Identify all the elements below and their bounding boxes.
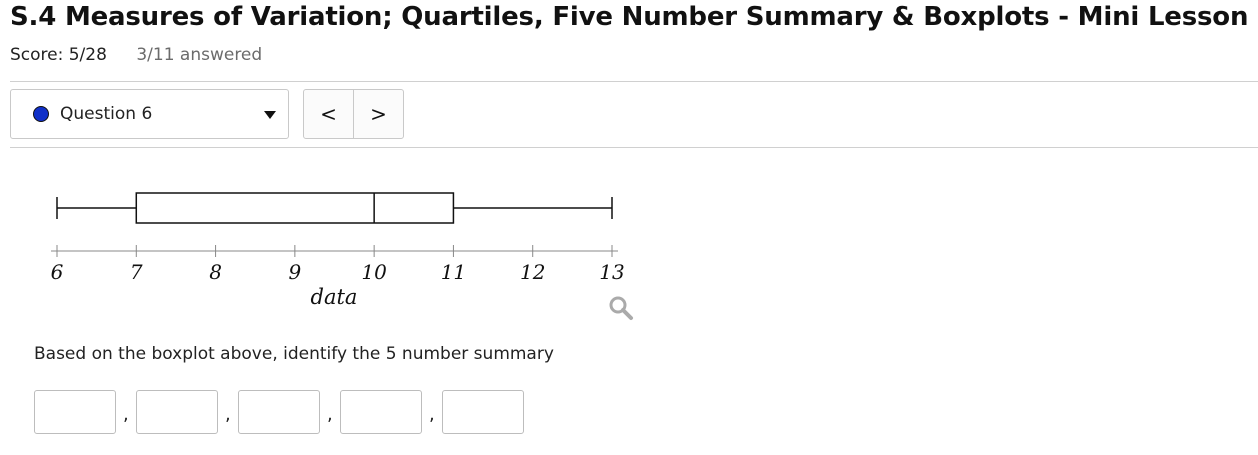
caret-down-icon xyxy=(264,111,276,119)
separator-comma: , xyxy=(327,404,333,425)
separator-comma: , xyxy=(225,404,231,425)
question-select[interactable]: Question 6 xyxy=(10,89,289,139)
answer-input-3[interactable] xyxy=(238,390,320,434)
x-tick-label: 11 xyxy=(441,260,466,284)
x-axis: 6 7 8 9 10 11 12 13 xyxy=(51,245,625,284)
question-select-label: Question 6 xyxy=(60,104,153,124)
chevron-right-icon: > xyxy=(370,102,387,126)
separator-comma: , xyxy=(123,404,129,425)
chevron-left-icon: < xyxy=(320,102,337,126)
answer-input-1[interactable] xyxy=(34,390,116,434)
status-dot-icon xyxy=(33,106,49,122)
x-tick-label: 12 xyxy=(520,260,545,284)
boxplot-box-group xyxy=(56,192,613,224)
nav-divider xyxy=(10,147,1258,148)
score-text: Score: 5/28 xyxy=(10,45,107,65)
previous-question-button[interactable]: < xyxy=(303,89,354,139)
next-question-button[interactable]: > xyxy=(353,89,404,139)
iqr-box xyxy=(135,192,455,224)
answered-count: 3/11 answered xyxy=(136,45,263,65)
score-row: Score: 5/28 3/11 answered xyxy=(10,45,262,65)
page-title: S.4 Measures of Variation; Quartiles, Fi… xyxy=(10,2,1249,32)
x-axis-label: data xyxy=(311,285,358,309)
boxplot-chart: 6 7 8 9 10 11 12 13 data xyxy=(51,192,633,320)
x-tick-label: 9 xyxy=(288,260,301,284)
answer-input-4[interactable] xyxy=(340,390,422,434)
header-divider xyxy=(10,81,1258,82)
x-tick-label: 6 xyxy=(51,260,64,284)
question-prompt: Based on the boxplot above, identify the… xyxy=(34,344,554,364)
answer-input-5[interactable] xyxy=(442,390,524,434)
x-tick-label: 10 xyxy=(361,260,387,284)
x-tick-label: 7 xyxy=(130,260,143,284)
x-tick-label: 8 xyxy=(209,260,222,284)
x-tick-label: 13 xyxy=(599,260,624,284)
zoom-magnifier-icon[interactable] xyxy=(609,296,633,320)
answer-input-2[interactable] xyxy=(136,390,218,434)
separator-comma: , xyxy=(429,404,435,425)
